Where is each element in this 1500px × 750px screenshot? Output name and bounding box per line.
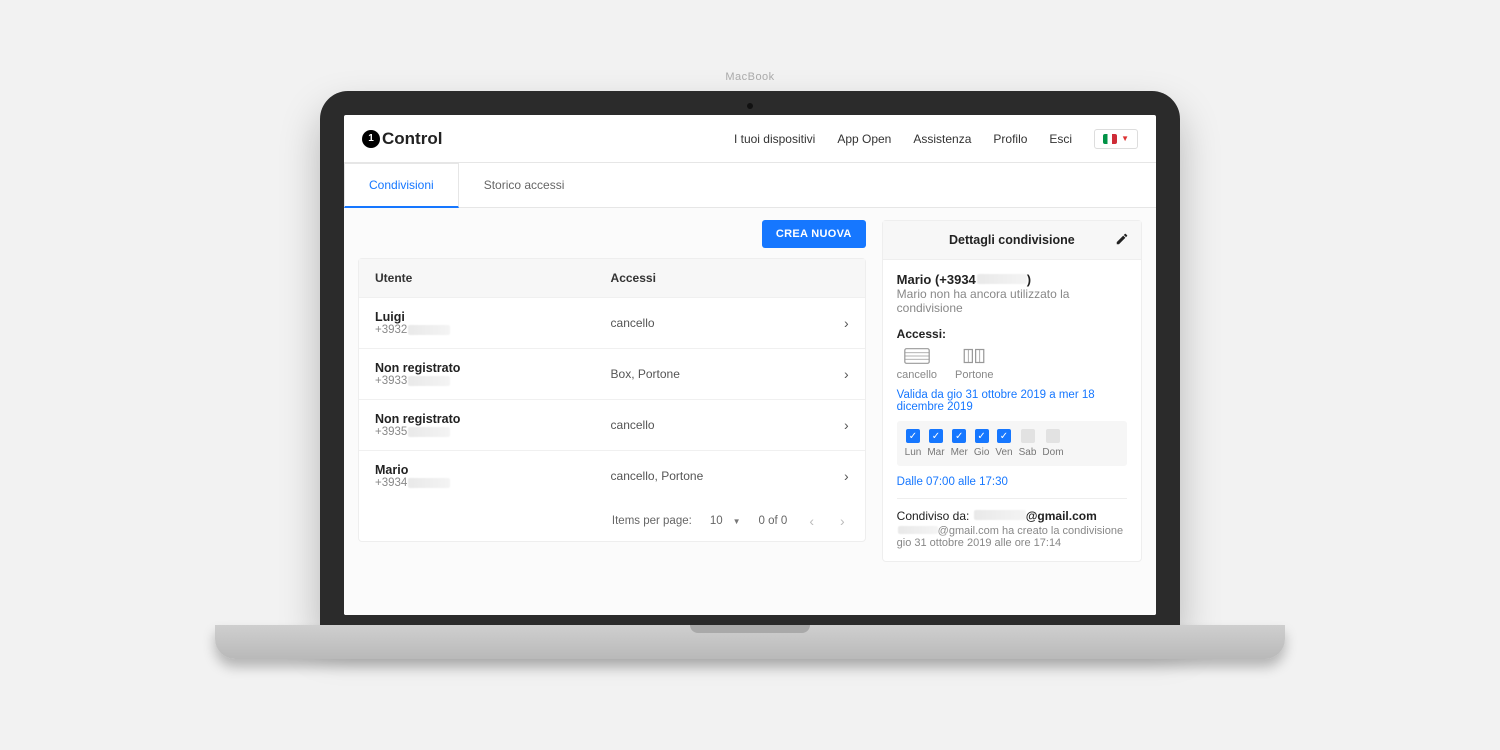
tab-bar: Condivisioni Storico accessi <box>344 163 1156 208</box>
checkbox-on-icon: ✓ <box>906 429 920 443</box>
day-lun[interactable]: ✓Lun <box>905 429 922 458</box>
logo-text: Control <box>382 129 442 149</box>
chevron-right-icon: › <box>825 366 849 382</box>
shares-table: Utente Accessi Luigi +3932 cancello › <box>358 258 866 542</box>
checkbox-on-icon: ✓ <box>929 429 943 443</box>
laptop-mockup: 1 Control I tuoi dispositivi App Open As… <box>320 91 1180 659</box>
redacted-text <box>408 478 450 488</box>
nav-app-open[interactable]: App Open <box>837 132 891 146</box>
access-item-gate: cancello <box>897 347 937 381</box>
chevron-right-icon: › <box>825 417 849 433</box>
pager-prev-button[interactable]: ‹ <box>805 513 818 529</box>
row-access: cancello <box>611 418 825 432</box>
logo-mark: 1 <box>362 130 380 148</box>
day-sab[interactable]: Sab <box>1019 429 1037 458</box>
app-screen: 1 Control I tuoi dispositivi App Open As… <box>344 115 1156 615</box>
checkbox-on-icon: ✓ <box>952 429 966 443</box>
brand-logo[interactable]: 1 Control <box>362 129 442 149</box>
nav-devices[interactable]: I tuoi dispositivi <box>734 132 815 146</box>
day-mer[interactable]: ✓Mer <box>951 429 968 458</box>
language-selector[interactable]: ▼ <box>1094 129 1138 149</box>
top-nav: I tuoi dispositivi App Open Assistenza P… <box>734 129 1138 149</box>
checkbox-off-icon <box>1046 429 1060 443</box>
table-row[interactable]: Non registrato +3935 cancello › <box>359 399 865 450</box>
pager-next-button[interactable]: › <box>836 513 849 529</box>
edit-icon[interactable] <box>1115 232 1129 249</box>
laptop-base <box>215 625 1285 659</box>
trackpad-notch <box>690 625 810 633</box>
gate-icon <box>904 347 930 365</box>
shared-meta: @gmail.com ha creato la condivisione gio… <box>897 525 1127 549</box>
row-user-phone: +3934 <box>375 477 611 489</box>
row-user-name: Non registrato <box>375 361 611 375</box>
chevron-right-icon: › <box>825 315 849 331</box>
chevron-right-icon: › <box>825 468 849 484</box>
screen-bezel: 1 Control I tuoi dispositivi App Open As… <box>320 91 1180 625</box>
detail-user: Mario (+3934) <box>897 272 1127 287</box>
caret-down-icon: ▼ <box>1121 134 1129 143</box>
redacted-text <box>974 510 1026 520</box>
redacted-text <box>898 526 938 534</box>
nav-support[interactable]: Assistenza <box>913 132 971 146</box>
details-title: Dettagli condivisione <box>949 233 1075 247</box>
weekday-selector: ✓Lun ✓Mar ✓Mer ✓Gio ✓Ven Sab Dom <box>897 421 1127 466</box>
day-gio[interactable]: ✓Gio <box>974 429 990 458</box>
details-column: Dettagli condivisione Mario (+3934) Mari… <box>882 220 1142 615</box>
flag-italy-icon <box>1103 134 1117 144</box>
app-header: 1 Control I tuoi dispositivi App Open As… <box>344 115 1156 163</box>
access-item-door: Portone <box>955 347 994 381</box>
pager-range: 0 of 0 <box>759 515 788 527</box>
hours-text: Dalle 07:00 alle 17:30 <box>897 476 1127 499</box>
redacted-text <box>408 325 450 335</box>
checkbox-on-icon: ✓ <box>997 429 1011 443</box>
share-details-panel: Dettagli condivisione Mario (+3934) Mari… <box>882 220 1142 562</box>
row-user-phone: +3933 <box>375 375 611 387</box>
day-mar[interactable]: ✓Mar <box>927 429 944 458</box>
camera-dot <box>747 103 753 109</box>
caret-down-icon: ▼ <box>733 517 741 526</box>
access-icons: cancello Portone <box>897 347 1127 381</box>
row-access: Box, Portone <box>611 367 825 381</box>
create-row: CREA NUOVA <box>358 220 866 248</box>
table-row[interactable]: Mario +3934 cancello, Portone › <box>359 450 865 501</box>
accessi-label: Accessi: <box>897 327 1127 341</box>
checkbox-off-icon <box>1021 429 1035 443</box>
macbook-label: MacBook <box>725 71 774 83</box>
redacted-text <box>408 427 450 437</box>
table-header: Utente Accessi <box>359 259 865 297</box>
row-access: cancello, Portone <box>611 469 825 483</box>
row-user-name: Non registrato <box>375 412 611 426</box>
day-dom[interactable]: Dom <box>1042 429 1063 458</box>
tab-history[interactable]: Storico accessi <box>459 163 590 207</box>
shares-column: CREA NUOVA Utente Accessi Luigi +3932 <box>358 220 866 615</box>
table-row[interactable]: Non registrato +3933 Box, Portone › <box>359 348 865 399</box>
day-ven[interactable]: ✓Ven <box>995 429 1012 458</box>
row-access: cancello <box>611 316 825 330</box>
table-pager: Items per page: 10 ▼ 0 of 0 ‹ › <box>359 501 865 541</box>
nav-profile[interactable]: Profilo <box>993 132 1027 146</box>
main-content: CREA NUOVA Utente Accessi Luigi +3932 <box>344 208 1156 615</box>
nav-logout[interactable]: Esci <box>1049 132 1072 146</box>
create-new-button[interactable]: CREA NUOVA <box>762 220 866 248</box>
validity-text: Valida da gio 31 ottobre 2019 a mer 18 d… <box>897 389 1127 413</box>
table-row[interactable]: Luigi +3932 cancello › <box>359 297 865 348</box>
checkbox-on-icon: ✓ <box>975 429 989 443</box>
col-header-access: Accessi <box>611 271 825 285</box>
row-user-phone: +3935 <box>375 426 611 438</box>
row-user-name: Mario <box>375 463 611 477</box>
door-icon <box>961 347 987 365</box>
page-size-select[interactable]: 10 ▼ <box>710 515 741 527</box>
detail-note: Mario non ha ancora utilizzato la condiv… <box>897 287 1127 315</box>
pager-label: Items per page: <box>612 515 692 527</box>
row-user-phone: +3932 <box>375 324 611 336</box>
redacted-text <box>977 274 1027 284</box>
redacted-text <box>408 376 450 386</box>
tab-shares[interactable]: Condivisioni <box>344 163 459 208</box>
details-body: Mario (+3934) Mario non ha ancora utiliz… <box>883 260 1141 561</box>
shared-by: Condiviso da: @gmail.com <box>897 509 1127 523</box>
details-header: Dettagli condivisione <box>883 221 1141 260</box>
row-user-name: Luigi <box>375 310 611 324</box>
col-header-user: Utente <box>375 271 611 285</box>
